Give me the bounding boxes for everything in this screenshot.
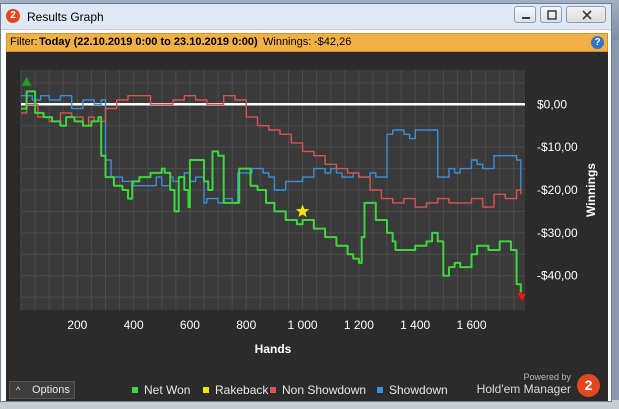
options-button[interactable]: ^ Options: [9, 381, 75, 399]
product-name: Hold'em Manager: [476, 382, 571, 396]
x-axis-label: Hands: [255, 342, 292, 356]
legend-swatch-rakeback: [203, 387, 209, 393]
y-tick-labels: $0,00 -$10,00 -$20,00 -$30,00 -$40,00: [537, 97, 578, 282]
app-logo-icon: 2: [6, 9, 20, 23]
options-label: Options: [32, 384, 70, 396]
legend-net-won[interactable]: Net Won: [132, 383, 190, 397]
legend-swatch-showdown: [377, 387, 383, 393]
minimize-button[interactable]: [514, 6, 536, 23]
x-tick-label: 1 200: [344, 318, 374, 332]
y-axis-label: Winnings: [584, 163, 598, 217]
x-tick-label: 1 600: [456, 318, 486, 332]
winnings-label: Winnings:: [263, 36, 312, 48]
x-tick-label: 1 400: [400, 318, 430, 332]
x-tick-labels: 200 400 600 800 1 000 1 200 1 400 1 600: [67, 318, 487, 332]
x-tick-label: 800: [236, 318, 256, 332]
x-tick-label: 200: [67, 318, 87, 332]
maximize-button[interactable]: [540, 6, 562, 23]
window-title: Results Graph: [27, 10, 104, 24]
help-icon[interactable]: ?: [591, 36, 604, 49]
y-tick-label: -$10,00: [537, 140, 578, 154]
maximize-icon: [547, 10, 557, 20]
legend-rakeback[interactable]: Rakeback: [203, 383, 268, 397]
legend-swatch-non-showdown: [270, 387, 276, 393]
results-chart: 200 400 600 800 1 000 1 200 1 400 1 600 $0,00 -$…: [20, 70, 598, 356]
legend-label-net-won: Net Won: [144, 383, 191, 397]
graph-panel: 200 400 600 800 1 000 1 200 1 400 1 600 $0,00 -$…: [6, 52, 608, 401]
powered-by-text: Powered by: [523, 372, 571, 382]
title-bar[interactable]: 2 Results Graph: [1, 4, 611, 30]
y-tick-label: -$40,00: [537, 269, 578, 283]
legend-label-rakeback: Rakeback: [215, 383, 269, 397]
y-tick-label: -$20,00: [537, 183, 578, 197]
close-button[interactable]: [566, 6, 606, 23]
minimize-icon: [522, 17, 530, 19]
holdem-manager-logo-icon: 2: [577, 374, 600, 397]
filter-label: Filter:: [10, 36, 38, 48]
chevron-up-icon: ^: [16, 385, 21, 395]
winnings-value: -$42,26: [314, 36, 352, 48]
branding: Powered by Hold'em Manager 2: [476, 370, 601, 400]
filter-bar: Filter: Today (22.10.2019 0:00 to 23.10.…: [6, 33, 608, 52]
close-icon: [582, 10, 592, 20]
x-tick-label: 400: [124, 318, 144, 332]
x-tick-label: 600: [180, 318, 200, 332]
results-graph-window: 2 Results Graph Filter: Today (22.10.201…: [0, 3, 612, 402]
legend-label-showdown: Showdown: [389, 383, 448, 397]
legend-label-non-showdown: Non Showdown: [282, 383, 367, 397]
filter-period[interactable]: Today (22.10.2019 0:00 to 23.10.2019 0:0…: [39, 34, 258, 51]
y-tick-label: $0,00: [537, 97, 567, 111]
legend-swatch-net-won: [132, 387, 138, 393]
x-tick-label: 1 000: [288, 318, 318, 332]
legend-non-showdown[interactable]: Non Showdown: [270, 383, 366, 397]
legend-showdown[interactable]: Showdown: [377, 383, 448, 397]
y-tick-label: -$30,00: [537, 226, 578, 240]
